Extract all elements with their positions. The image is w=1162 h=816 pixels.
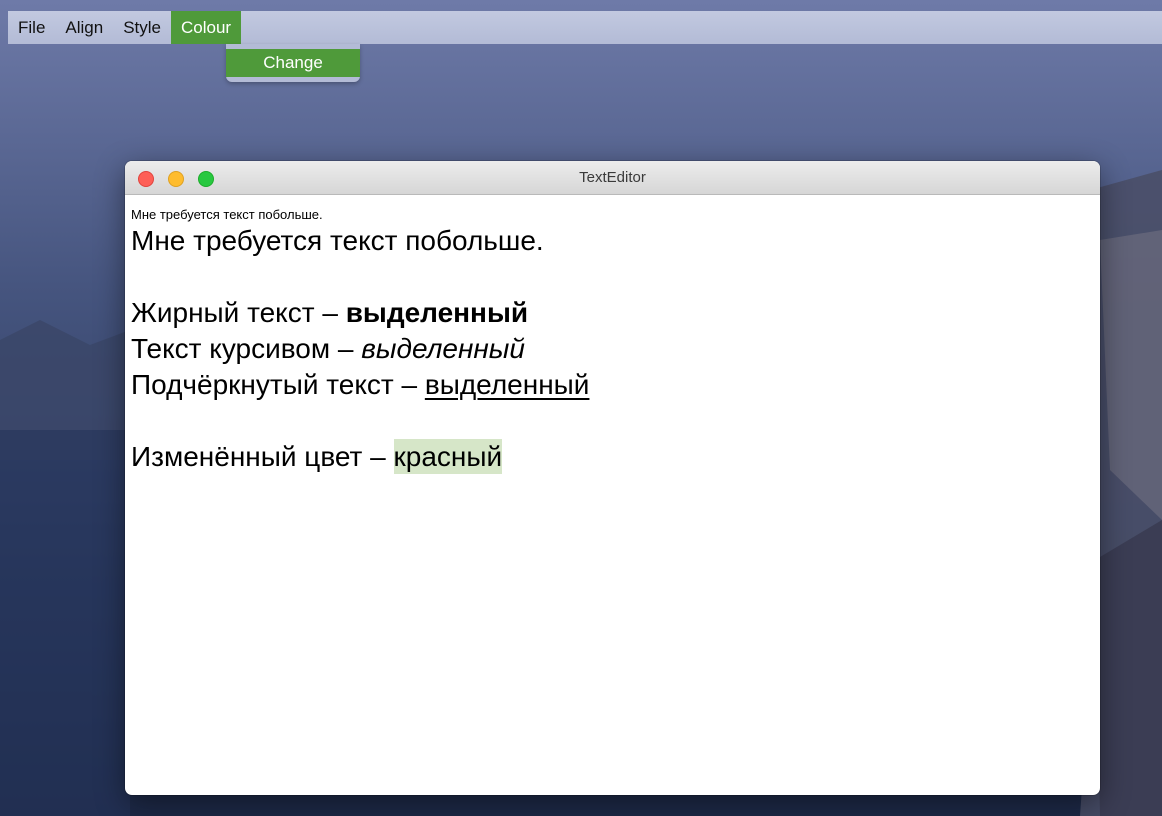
editor-line-colour: Изменённый цвет – красный (131, 439, 1100, 475)
editor-blank-line (131, 259, 1100, 295)
underline-line-prefix: Подчёркнутый текст – (131, 369, 425, 400)
texteditor-window: TextEditor Мне требуется текст побольше.… (125, 161, 1100, 795)
bold-line-prefix: Жирный текст – (131, 297, 346, 328)
desktop: File Align Style Colour Change TextEdito… (0, 0, 1162, 816)
colour-dropdown-menu: Change (226, 44, 360, 82)
menu-bar: File Align Style Colour (8, 11, 1162, 44)
editor-line-small: Мне требуется текст побольше. (131, 207, 323, 222)
text-editor-area[interactable]: Мне требуется текст побольше. Мне требуе… (125, 195, 1100, 795)
editor-line-bold: Жирный текст – выделенный (131, 295, 1100, 331)
editor-line-underline: Подчёркнутый текст – выделенный (131, 367, 1100, 403)
menu-style[interactable]: Style (113, 11, 171, 44)
underline-word: выделенный (424, 369, 590, 400)
italic-line-prefix: Текст курсивом – (131, 333, 362, 364)
menu-align[interactable]: Align (55, 11, 113, 44)
editor-line-large: Мне требуется текст побольше. (131, 225, 544, 256)
editor-blank-line (131, 403, 1100, 439)
window-titlebar[interactable]: TextEditor (125, 161, 1100, 195)
bold-word: выделенный (345, 297, 529, 328)
window-title: TextEditor (579, 169, 646, 186)
colour-line-prefix: Изменённый цвет – (131, 441, 394, 472)
colour-highlighted-word: красный (393, 439, 503, 474)
menu-colour[interactable]: Colour (171, 11, 242, 44)
italic-word: выделенный (361, 333, 525, 364)
editor-line-italic: Текст курсивом – выделенный (131, 331, 1100, 367)
menu-file[interactable]: File (8, 11, 55, 44)
menu-item-change[interactable]: Change (226, 49, 360, 77)
